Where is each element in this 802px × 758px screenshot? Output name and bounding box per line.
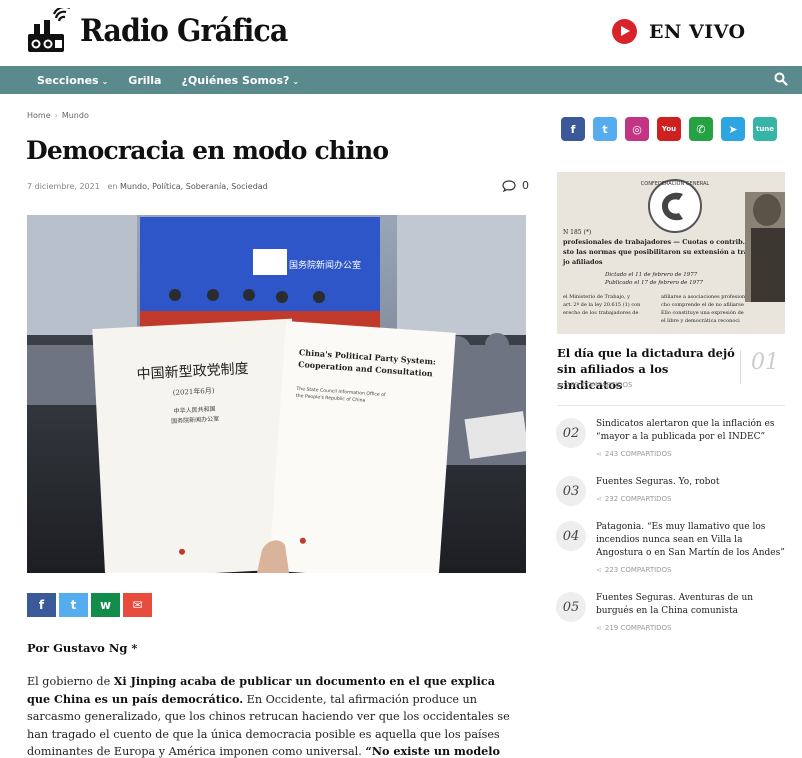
radio-factory-logo-icon <box>28 8 70 52</box>
document-photo: CONFEDERACION GENERAL N 185 (*) profesio… <box>557 172 785 334</box>
play-icon <box>612 19 637 44</box>
instagram-icon[interactable]: ◎ <box>625 117 649 141</box>
article-paragraph: El gobierno de Xi Jinping acaba de publi… <box>27 673 517 758</box>
nav-item-label: Secciones <box>37 73 99 87</box>
doc-line-2: sto las normas que posibilitaron su exte… <box>563 248 753 256</box>
comment-icon <box>502 179 516 192</box>
share-email-button[interactable]: ✉ <box>123 593 152 617</box>
nav-item-label: Grilla <box>128 73 162 87</box>
comments-link[interactable]: 0 <box>502 179 529 192</box>
nav-item-0[interactable]: Secciones ⌄ <box>37 74 108 87</box>
share-count: 243 COMPARTIDOS <box>604 450 672 458</box>
twitter-icon: t <box>70 598 77 612</box>
main-nav: Secciones ⌄ Grilla ¿Quiénes Somos? ⌄ <box>0 66 802 94</box>
chevron-down-icon: ⌄ <box>292 76 300 86</box>
categories-prefix: en <box>107 182 118 191</box>
doc-line-7: art. 2º de la ley 20.615 (1) con <box>563 301 641 308</box>
doc-line-5: Publicado el 17 de febrero de 1977 <box>604 280 704 286</box>
share-icon: ⋖ <box>596 450 602 458</box>
popular-item-shares: ⋖ 232 COMPARTIDOS <box>596 495 672 503</box>
divider <box>557 405 785 406</box>
popular-item-shares: ⋖ 243 COMPARTIDOS <box>596 450 672 458</box>
rank-number: 05 <box>556 592 586 622</box>
press-conference-photo: 国务院新闻办公室 中国新型政党制度 (2021年6月) 中华人民共和国 国务院新… <box>27 215 526 573</box>
site-logo-text: Radio Gráfica <box>80 13 288 49</box>
share-icon: ⋖ <box>596 624 602 632</box>
nav-items: Secciones ⌄ Grilla ¿Quiénes Somos? ⌄ <box>37 66 319 94</box>
facebook-icon: f <box>38 598 45 612</box>
popular-item-title[interactable]: Fuentes Seguras. Yo, robot <box>596 476 786 489</box>
popular-item-title[interactable]: Fuentes Seguras. Aventuras de un burgués… <box>596 592 786 618</box>
share-buttons: f t w ✉ <box>27 593 155 617</box>
youtube-icon[interactable]: You <box>657 117 681 141</box>
live-button[interactable]: EN VIVO <box>612 19 746 44</box>
facebook-icon[interactable]: f <box>561 117 585 141</box>
doc-line-11: Ello constituye una expresión de <box>661 309 744 316</box>
doc-line-10: cho comprende el de no afiliarse <box>661 302 744 308</box>
breadcrumb-section[interactable]: Mundo <box>62 111 89 120</box>
live-label: EN VIVO <box>649 20 746 43</box>
email-icon: ✉ <box>132 598 143 612</box>
sidebar-featured-image[interactable]: CONFEDERACION GENERAL N 185 (*) profesio… <box>557 172 785 334</box>
doc-line-6: el Ministerio de Trabajo, y <box>563 294 630 300</box>
site-logo[interactable]: Radio Gráfica <box>26 8 305 54</box>
share-facebook-button[interactable]: f <box>27 593 56 617</box>
share-count: 219 COMPARTIDOS <box>604 624 672 632</box>
popular-item-title[interactable]: Sindicatos alertaron que la inflación es… <box>596 418 786 444</box>
share-whatsapp-button[interactable]: w <box>91 593 120 617</box>
twitter-icon[interactable]: t <box>593 117 617 141</box>
doc-line-3: jo afiliados <box>562 258 603 266</box>
article-date: 7 diciembre, 2021 <box>27 182 100 191</box>
article-title: Democracia en modo chino <box>26 136 389 165</box>
screen-text: 国务院新闻办公室 <box>289 259 361 271</box>
article-meta: 7 diciembre, 2021 en Mundo, Política, So… <box>27 182 268 191</box>
doc-line-12: el libre y democrática reconoci <box>661 317 740 324</box>
para-text-1: El gobierno de <box>27 675 114 688</box>
rank-number: 03 <box>556 476 586 506</box>
search-icon[interactable] <box>774 72 788 86</box>
whatsapp-icon: w <box>99 598 112 612</box>
share-count: 289 COMPARTIDOS <box>565 381 633 389</box>
nav-item-1[interactable]: Grilla <box>128 74 161 87</box>
share-count: 223 COMPARTIDOS <box>604 566 672 574</box>
chevron-down-icon: ⌄ <box>101 76 109 86</box>
nav-item-2[interactable]: ¿Quiénes Somos? ⌄ <box>182 74 300 87</box>
breadcrumb-home[interactable]: Home <box>27 111 51 120</box>
article-featured-image: 国务院新闻办公室 中国新型政党制度 (2021年6月) 中华人民共和国 国务院新… <box>27 215 526 573</box>
comment-count: 0 <box>522 179 529 192</box>
share-icon: ⋖ <box>596 566 602 574</box>
doc-line-0: N 185 (*) <box>563 229 591 236</box>
telegram-icon[interactable]: ➤ <box>721 117 745 141</box>
chevron-right-icon: › <box>54 111 58 120</box>
article-byline: Por Gustavo Ng * <box>27 641 138 655</box>
rank-number: 02 <box>556 418 586 448</box>
breadcrumb: Home › Mundo <box>27 111 89 120</box>
site-header: Radio Gráfica EN VIVO <box>0 0 802 66</box>
popular-item-shares: ⋖ 223 COMPARTIDOS <box>596 566 672 574</box>
tunein-icon[interactable]: tune <box>753 117 777 141</box>
popular-item-title[interactable]: Patagonia. “Es muy llamativo que los inc… <box>596 521 786 560</box>
doc-header: CONFEDERACION GENERAL <box>641 181 710 187</box>
sidebar-featured-shares: ⋖ 289 COMPARTIDOS <box>557 381 633 389</box>
doc-line-1: profesionales de trabajadores — Cuotas o… <box>563 238 745 246</box>
share-twitter-button[interactable]: t <box>59 593 88 617</box>
doc-line-9: afiliarse a asociaciones profesion <box>661 294 746 300</box>
share-icon: ⋖ <box>557 381 563 389</box>
social-icons: f t ◎ You ✆ ➤ tune <box>561 117 785 141</box>
popular-item-shares: ⋖ 219 COMPARTIDOS <box>596 624 672 632</box>
doc-line-8: erecho de los trabajadores de <box>563 310 638 316</box>
sidebar-featured-number: 01 <box>740 350 779 384</box>
share-icon: ⋖ <box>596 495 602 503</box>
rank-number: 04 <box>556 521 586 551</box>
para-bold-2: “No existe un modelo <box>365 744 500 758</box>
doc-line-4: Dictado el 11 de febrero de 1977 <box>604 272 698 278</box>
article-categories[interactable]: Mundo, Política, Soberanía, Sociedad <box>120 182 268 191</box>
share-count: 232 COMPARTIDOS <box>604 495 672 503</box>
nav-item-label: ¿Quiénes Somos? <box>181 73 290 87</box>
whatsapp-icon[interactable]: ✆ <box>689 117 713 141</box>
